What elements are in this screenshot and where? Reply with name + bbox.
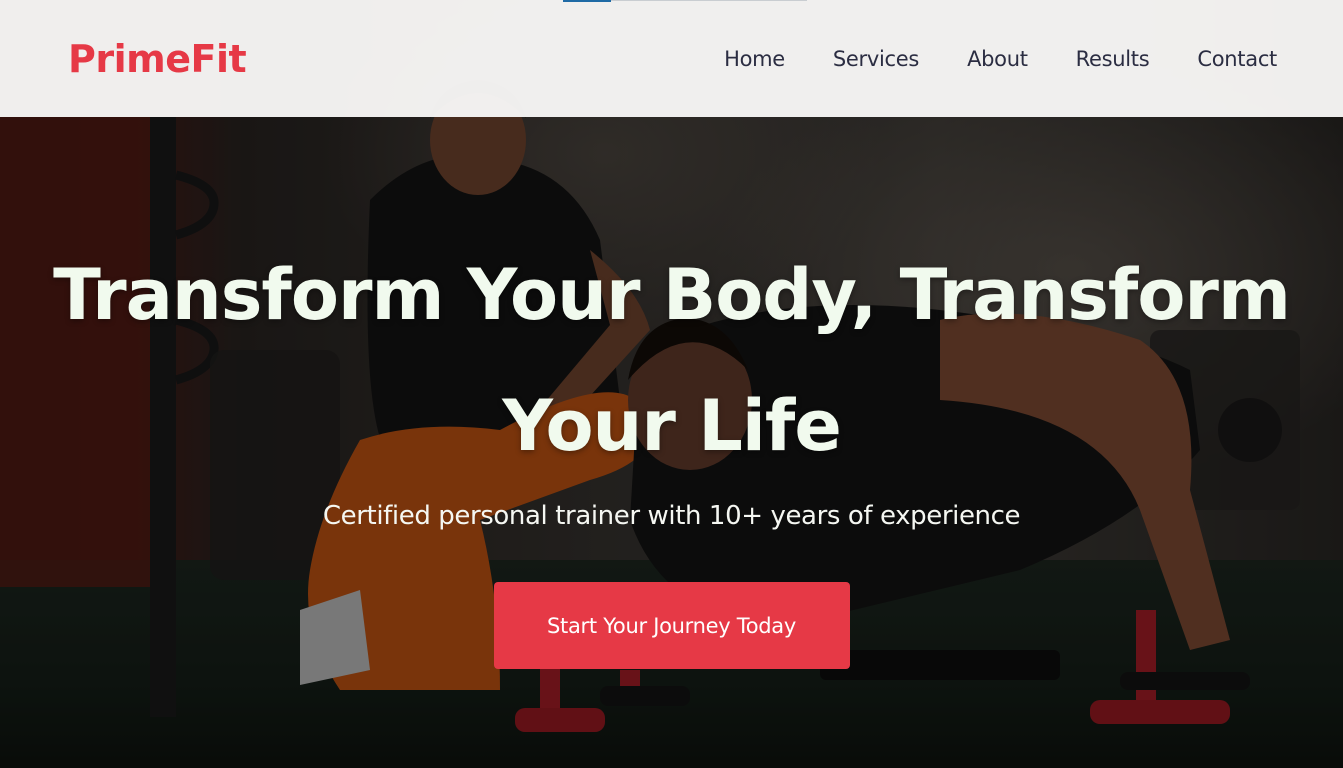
hero-subtitle: Certified personal trainer with 10+ year… <box>322 501 1021 531</box>
hero-title: Transform Your Body, Transform Your Life <box>0 230 1343 492</box>
nav-link-about[interactable]: About <box>967 47 1028 71</box>
hero-title-line-1: Transform Your Body, Transform <box>53 254 1291 336</box>
nav-link-contact[interactable]: Contact <box>1197 47 1277 71</box>
page: PrimeFit Home Services About Results Con… <box>0 0 1343 768</box>
site-navbar: PrimeFit Home Services About Results Con… <box>0 0 1343 117</box>
start-journey-button[interactable]: Start Your Journey Today <box>493 582 850 669</box>
page-progress-track <box>611 0 807 1</box>
nav-link-home[interactable]: Home <box>724 47 785 71</box>
hero-section: Transform Your Body, Transform Your Life… <box>0 117 1343 768</box>
nav-link-services[interactable]: Services <box>833 47 919 71</box>
hero-title-line-2: Your Life <box>502 385 842 467</box>
page-progress-indicator <box>563 0 611 2</box>
nav-link-results[interactable]: Results <box>1076 47 1150 71</box>
site-logo[interactable]: PrimeFit <box>68 37 247 81</box>
main-nav: Home Services About Results Contact <box>724 47 1277 71</box>
